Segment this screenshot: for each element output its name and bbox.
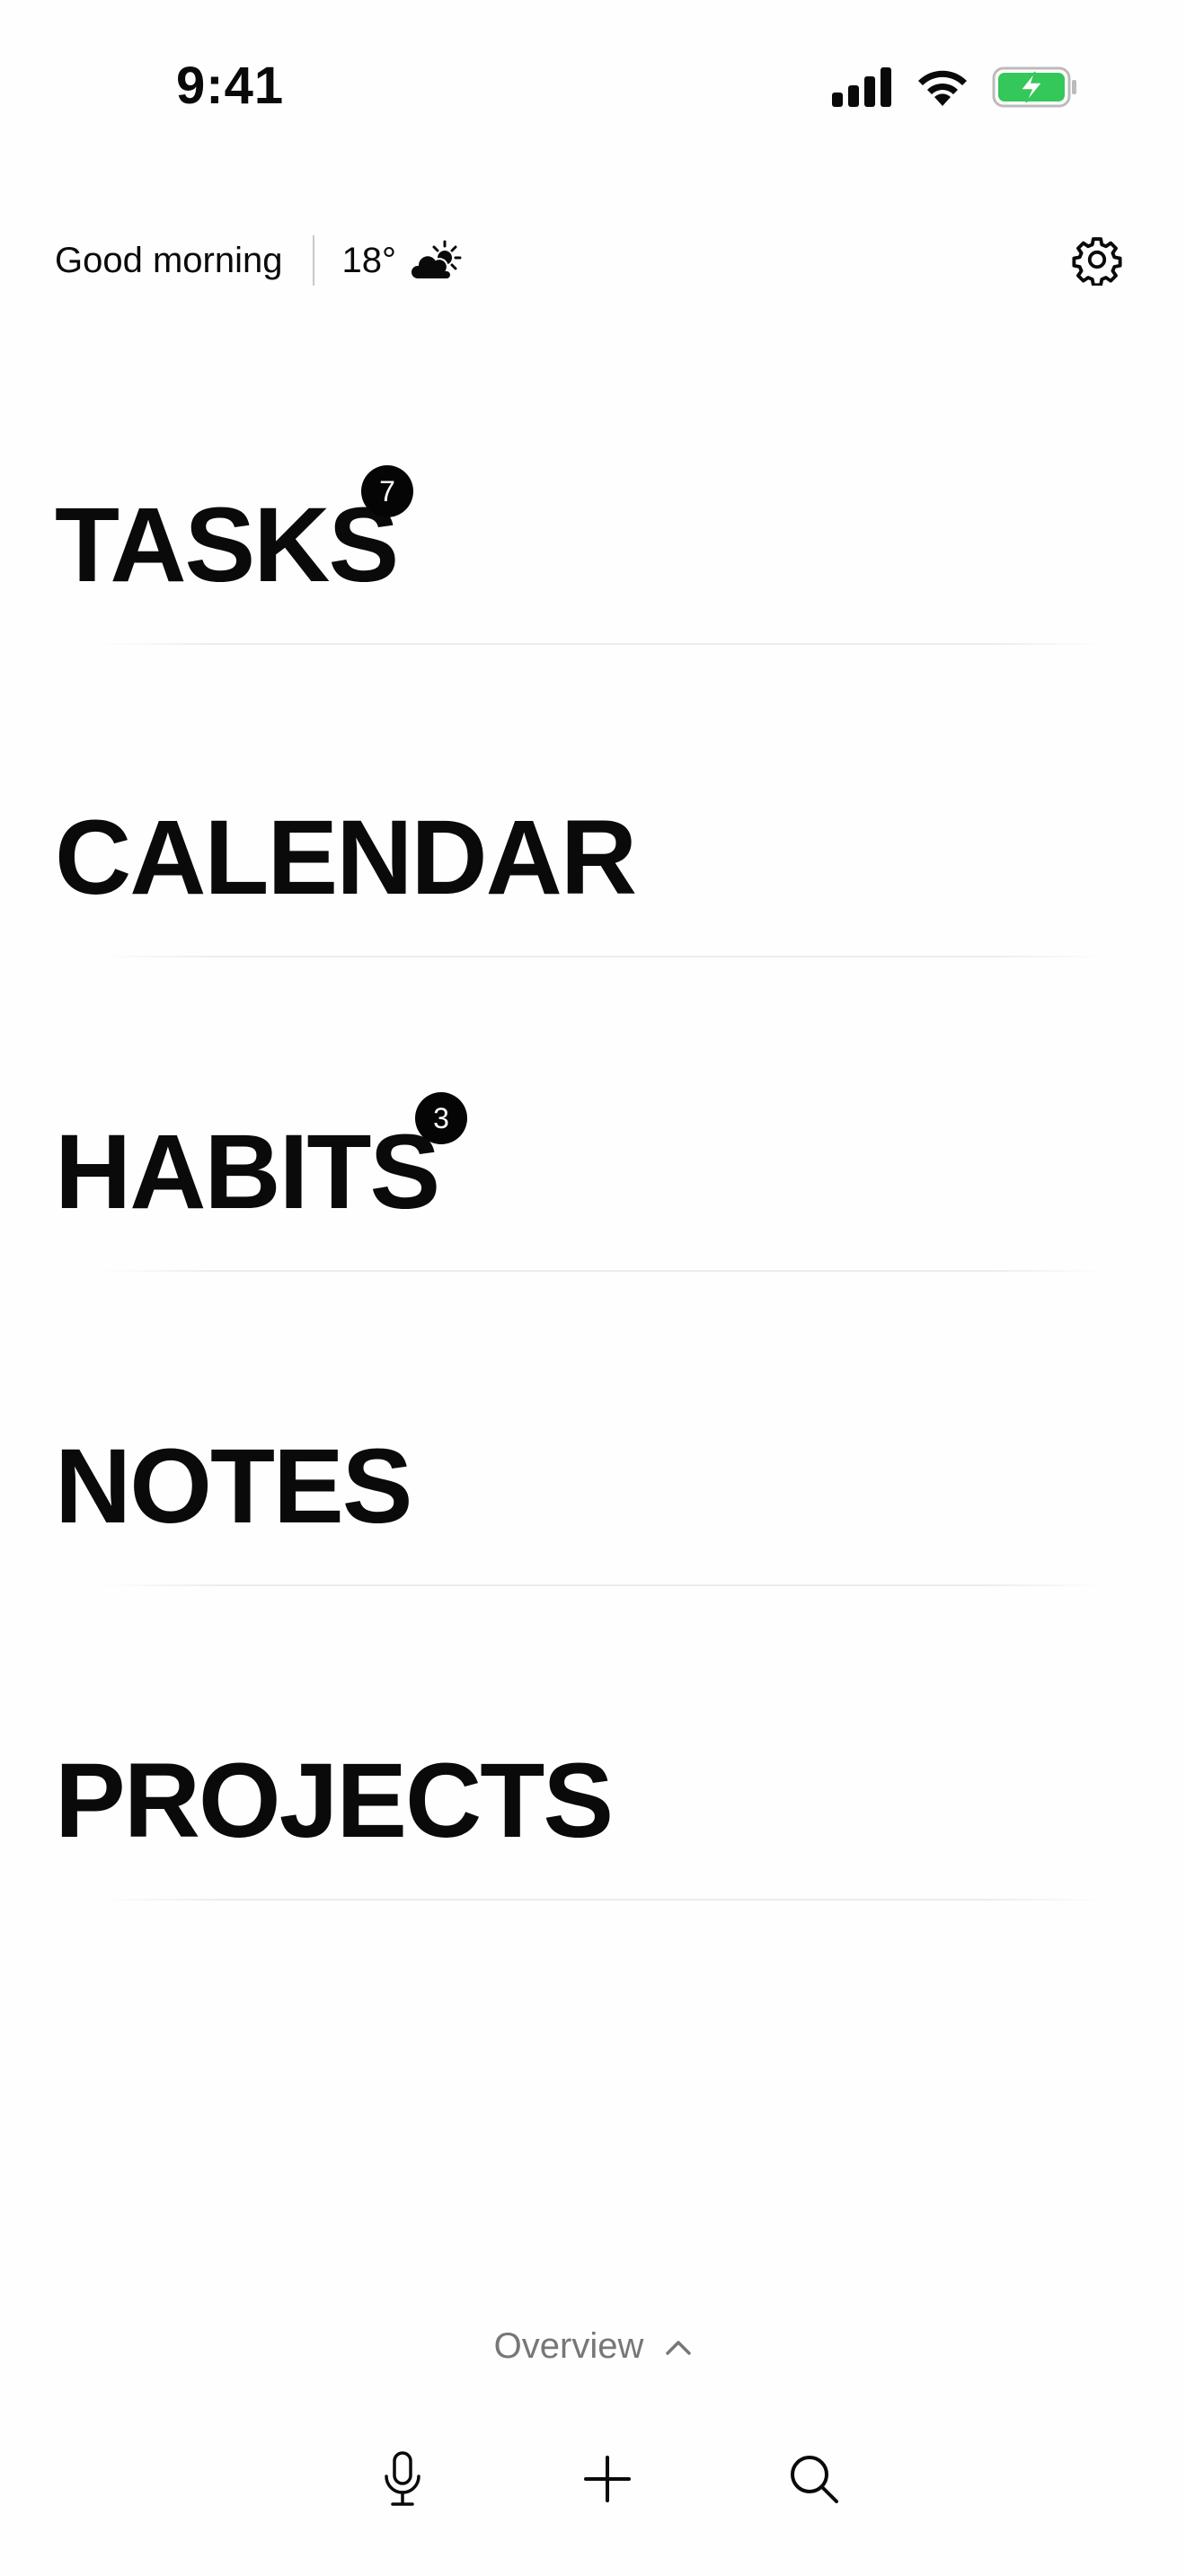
- section-divider: [99, 1270, 1105, 1272]
- section-habits[interactable]: HABITS 3: [0, 959, 1186, 1272]
- status-icons: [832, 66, 1078, 112]
- plus-icon: [582, 2454, 633, 2509]
- section-title-calendar: CALENDAR: [55, 798, 637, 917]
- chevron-up-icon: [665, 2338, 692, 2356]
- section-divider: [99, 956, 1105, 957]
- status-time: 9:41: [176, 57, 285, 115]
- section-title-tasks: TASKS: [55, 486, 399, 604]
- gear-icon: [1071, 234, 1123, 288]
- battery-charging-icon: [992, 66, 1078, 112]
- section-calendar[interactable]: CALENDAR: [0, 645, 1186, 957]
- voice-input-button[interactable]: [367, 2445, 438, 2517]
- tasks-count-badge: 7: [361, 465, 413, 517]
- greeting-text: Good morning: [55, 240, 283, 280]
- temperature: 18°: [341, 240, 396, 280]
- bottom-toolbar: [0, 2445, 1186, 2517]
- signal-icon: [832, 67, 893, 111]
- section-title-notes: NOTES: [55, 1427, 412, 1546]
- partly-sunny-icon: [410, 240, 463, 281]
- wifi-icon: [915, 66, 970, 112]
- header-divider: [313, 235, 315, 286]
- section-title-projects: PROJECTS: [55, 1742, 614, 1860]
- settings-button[interactable]: [1070, 234, 1124, 287]
- search-button[interactable]: [778, 2445, 850, 2517]
- habits-count-badge: 3: [415, 1092, 467, 1144]
- microphone-icon: [383, 2450, 422, 2511]
- overview-label: Overview: [493, 2326, 644, 2366]
- section-projects[interactable]: PROJECTS: [0, 1588, 1186, 1901]
- status-bar: 9:41: [0, 0, 1186, 171]
- add-button[interactable]: [571, 2445, 643, 2517]
- section-divider: [99, 1584, 1105, 1586]
- search-icon: [788, 2453, 840, 2510]
- overview-toggle[interactable]: Overview: [0, 2326, 1186, 2367]
- section-notes[interactable]: NOTES: [0, 1274, 1186, 1586]
- section-tasks[interactable]: TASKS 7: [0, 332, 1186, 645]
- section-title-habits: HABITS: [55, 1113, 440, 1231]
- section-divider: [99, 1899, 1105, 1901]
- greeting-header: Good morning 18°: [55, 234, 1124, 287]
